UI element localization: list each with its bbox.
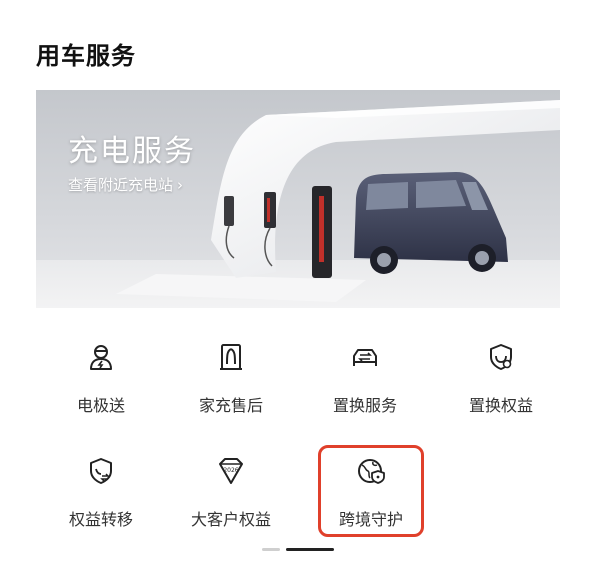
pager-dot-1[interactable] <box>262 548 280 551</box>
service-label: 家充售后 <box>198 396 263 415</box>
service-label: 电极送 <box>76 396 125 415</box>
svg-text:2026: 2026 <box>223 467 238 474</box>
service-item-benefit-transfer[interactable]: 权益转移 <box>36 456 166 546</box>
nearby-stations-link[interactable]: 查看附近充电站 › <box>68 174 183 195</box>
service-item-trade-in-benefits[interactable]: 置换权益 <box>436 342 566 432</box>
car-swap-icon <box>353 349 377 366</box>
courier-person-icon <box>90 345 112 370</box>
home-charger-icon <box>220 344 242 370</box>
highlight-frame <box>318 445 424 537</box>
charging-service-banner[interactable]: 充电服务 查看附近充电站 › <box>36 90 560 308</box>
diamond-2026-icon: 2026 <box>219 458 243 484</box>
section-title: 用车服务 <box>36 42 136 70</box>
charging-station-illustration <box>36 90 560 308</box>
service-item-home-charger[interactable]: 家充售后 <box>166 342 296 432</box>
chevron-right-icon: › <box>177 175 184 194</box>
service-label: 置换服务 <box>332 396 397 415</box>
service-label: 权益转移 <box>68 510 133 529</box>
service-item-trade-in[interactable]: 置换服务 <box>300 342 430 432</box>
service-label: 大客户权益 <box>190 510 271 529</box>
banner-title: 充电服务 <box>68 134 196 169</box>
shield-user-icon <box>490 344 512 370</box>
service-item-key-account-benefits[interactable]: 2026 大客户权益 <box>166 456 296 546</box>
service-label: 置换权益 <box>468 396 533 415</box>
nearby-stations-label: 查看附近充电站 <box>68 176 174 194</box>
service-item-battery-delivery[interactable]: 电极送 <box>36 342 166 432</box>
shield-transfer-icon <box>90 458 112 484</box>
pager-dot-2-active[interactable] <box>286 548 334 551</box>
